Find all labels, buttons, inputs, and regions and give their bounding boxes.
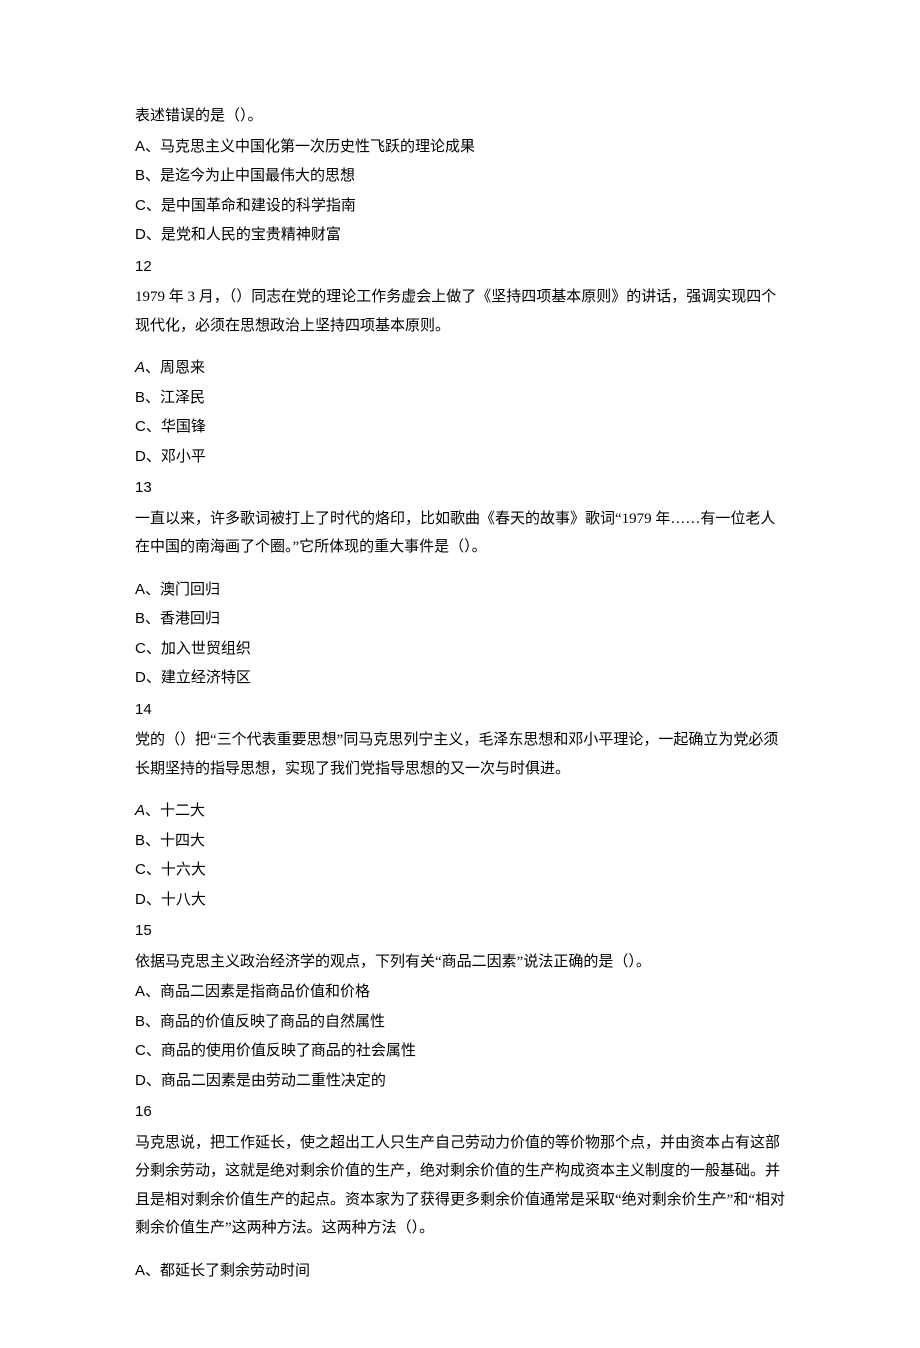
- option-label-b: B、: [135, 832, 160, 849]
- question-15-stem: 依据马克思主义政治经济学的观点，下列有关“商品二因素”说法正确的是（）。: [135, 948, 785, 977]
- option-label-a: A: [135, 802, 145, 819]
- question-14-option-b: B、十四大: [135, 827, 785, 856]
- option-text: 邓小平: [161, 449, 206, 465]
- question-11-option-b: B、是迄今为止中国最伟大的思想: [135, 162, 785, 191]
- question-14-option-a: A、十二大: [135, 797, 785, 826]
- option-label-c: C、: [135, 861, 161, 878]
- question-13-option-b: B、香港回归: [135, 605, 785, 634]
- question-16-option-a: A、都延长了剩余劳动时间: [135, 1257, 785, 1286]
- option-text: 是中国革命和建设的科学指南: [161, 198, 356, 214]
- option-label-a: A、: [135, 983, 160, 1000]
- question-16-number: 16: [135, 1098, 785, 1127]
- question-14-stem: 党的（）把“三个代表重要思想”同马克思列宁主义，毛泽东思想和邓小平理论，一起确立…: [135, 726, 785, 783]
- question-15-option-d: D、商品二因素是由劳动二重性决定的: [135, 1067, 785, 1096]
- option-label-a: A: [135, 359, 145, 376]
- option-sep: 、: [145, 803, 160, 819]
- option-text: 商品的价值反映了商品的自然属性: [160, 1014, 385, 1030]
- question-12-options: A、周恩来 B、江泽民 C、华国锋 D、邓小平: [135, 354, 785, 471]
- question-15-option-a: A、商品二因素是指商品价值和价格: [135, 978, 785, 1007]
- option-label-d: D、: [135, 891, 161, 908]
- question-11-fragment: 表述错误的是（）。 A、马克思主义中国化第一次历史性飞跃的理论成果 B、是迄今为…: [135, 102, 785, 250]
- option-text: 江泽民: [160, 390, 205, 406]
- option-label-d: D、: [135, 1072, 161, 1089]
- question-13-options: A、澳门回归 B、香港回归 C、加入世贸组织 D、建立经济特区: [135, 576, 785, 693]
- option-text: 商品二因素是指商品价值和价格: [160, 984, 370, 1000]
- option-text: 马克思主义中国化第一次历史性飞跃的理论成果: [160, 139, 475, 155]
- option-label-d: D、: [135, 226, 161, 243]
- option-text: 十六大: [161, 862, 206, 878]
- question-14-option-d: D、十八大: [135, 886, 785, 915]
- option-text: 澳门回归: [160, 582, 220, 598]
- option-label-a: A、: [135, 1262, 160, 1279]
- option-text: 十八大: [161, 892, 206, 908]
- question-11-stem-fragment: 表述错误的是（）。: [135, 102, 785, 131]
- question-12-option-a: A、周恩来: [135, 354, 785, 383]
- option-label-b: B、: [135, 1013, 160, 1030]
- option-label-c: C、: [135, 418, 161, 435]
- option-label-d: D、: [135, 669, 161, 686]
- question-16-options: A、都延长了剩余劳动时间: [135, 1257, 785, 1286]
- option-text: 商品二因素是由劳动二重性决定的: [161, 1073, 386, 1089]
- question-13-option-a: A、澳门回归: [135, 576, 785, 605]
- option-label-c: C、: [135, 197, 161, 214]
- option-label-c: C、: [135, 640, 161, 657]
- question-12-option-c: C、华国锋: [135, 413, 785, 442]
- option-label-b: B、: [135, 389, 160, 406]
- question-16-stem: 马克思说，把工作延长，使之超出工人只生产自己劳动力价值的等价物那个点，并由资本占…: [135, 1129, 785, 1243]
- question-12-number: 12: [135, 253, 785, 282]
- question-15-option-c: C、商品的使用价值反映了商品的社会属性: [135, 1037, 785, 1066]
- option-text: 华国锋: [161, 419, 206, 435]
- option-label-b: B、: [135, 610, 160, 627]
- question-15-number: 15: [135, 917, 785, 946]
- question-12-option-b: B、江泽民: [135, 384, 785, 413]
- question-14-number: 14: [135, 696, 785, 725]
- question-12-option-d: D、邓小平: [135, 443, 785, 472]
- option-text: 是党和人民的宝贵精神财富: [161, 227, 341, 243]
- option-text: 都延长了剩余劳动时间: [160, 1263, 310, 1279]
- question-12-stem: 1979 年 3 月，（）同志在党的理论工作务虚会上做了《坚持四项基本原则》的讲…: [135, 283, 785, 340]
- option-label-c: C、: [135, 1042, 161, 1059]
- question-11-option-d: D、是党和人民的宝贵精神财富: [135, 221, 785, 250]
- question-14-options: A、十二大 B、十四大 C、十六大 D、十八大: [135, 797, 785, 914]
- option-sep: 、: [145, 360, 160, 376]
- option-text: 十四大: [160, 833, 205, 849]
- option-label-a: A、: [135, 581, 160, 598]
- question-13-option-c: C、加入世贸组织: [135, 635, 785, 664]
- question-13-option-d: D、建立经济特区: [135, 664, 785, 693]
- option-label-a: A、: [135, 138, 160, 155]
- question-11-option-c: C、是中国革命和建设的科学指南: [135, 192, 785, 221]
- option-text: 周恩来: [160, 360, 205, 376]
- option-text: 香港回归: [160, 611, 220, 627]
- question-11-option-a: A、马克思主义中国化第一次历史性飞跃的理论成果: [135, 133, 785, 162]
- question-15-options: A、商品二因素是指商品价值和价格 B、商品的价值反映了商品的自然属性 C、商品的…: [135, 978, 785, 1095]
- option-text: 加入世贸组织: [161, 641, 251, 657]
- question-14-option-c: C、十六大: [135, 856, 785, 885]
- option-text: 建立经济特区: [161, 670, 251, 686]
- option-text: 是迄今为止中国最伟大的思想: [160, 168, 355, 184]
- option-label-d: D、: [135, 448, 161, 465]
- question-15-option-b: B、商品的价值反映了商品的自然属性: [135, 1008, 785, 1037]
- option-text: 十二大: [160, 803, 205, 819]
- option-label-b: B、: [135, 167, 160, 184]
- question-13-number: 13: [135, 474, 785, 503]
- question-13-stem: 一直以来，许多歌词被打上了时代的烙印，比如歌曲《春天的故事》歌词“1979 年……: [135, 505, 785, 562]
- option-text: 商品的使用价值反映了商品的社会属性: [161, 1043, 416, 1059]
